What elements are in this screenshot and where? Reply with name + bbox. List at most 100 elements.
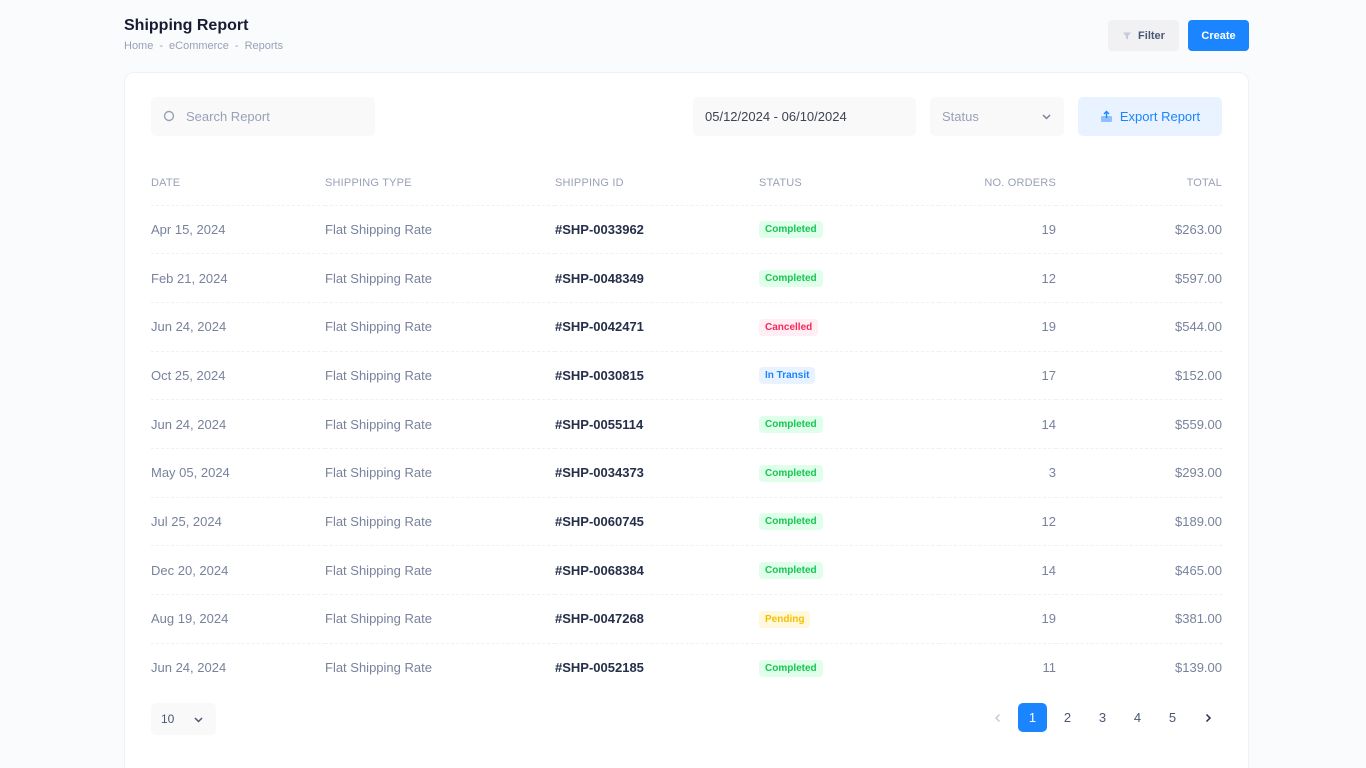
status-badge: Completed — [759, 562, 823, 580]
status-badge: Completed — [759, 659, 823, 677]
table-row[interactable]: Jun 24, 2024 Flat Shipping Rate #SHP-00521… — [151, 643, 1222, 692]
table-header-row: Date Shipping Type Shipping ID Status No… — [151, 161, 1222, 206]
cell-status: Completed — [759, 253, 939, 303]
cell-status: Cancelled — [759, 302, 939, 352]
pagination-page-5[interactable]: 5 — [1158, 703, 1187, 732]
cell-total: $152.00 — [1056, 351, 1222, 401]
table-row[interactable]: Aug 19, 2024 Flat Shipping Rate #SHP-00472… — [151, 594, 1222, 644]
cell-date: Jul 25, 2024 — [151, 497, 325, 547]
cell-date: May 05, 2024 — [151, 448, 325, 498]
cell-total: $189.00 — [1056, 497, 1222, 547]
table-row[interactable]: May 05, 2024 Flat Shipping Rate #SHP-00343… — [151, 448, 1222, 498]
search-box[interactable] — [151, 97, 375, 136]
cell-status: Completed — [759, 205, 939, 255]
export-report-button[interactable]: Export Report — [1078, 97, 1222, 136]
breadcrumb-separator: - — [234, 40, 239, 52]
status-badge: Cancelled — [759, 318, 819, 336]
table-row[interactable]: Oct 25, 2024 Flat Shipping Rate #SHP-00308… — [151, 351, 1222, 401]
cell-orders: 19 — [939, 302, 1056, 352]
cell-total: $381.00 — [1056, 594, 1222, 644]
table-row[interactable]: Jun 24, 2024 Flat Shipping Rate #SHP-00424… — [151, 302, 1222, 352]
page-header: Shipping Report Home - eCommerce - Repor… — [124, 16, 1249, 56]
cell-status: Completed — [759, 545, 939, 595]
cell-shipping-type: Flat Shipping Rate — [325, 205, 555, 255]
page-size-select[interactable]: 10 — [151, 703, 216, 735]
cell-date: Jun 24, 2024 — [151, 399, 325, 449]
cell-orders: 17 — [939, 351, 1056, 401]
filter-button[interactable]: Filter — [1108, 20, 1179, 51]
status-badge: Completed — [759, 221, 823, 239]
cell-shipping-type: Flat Shipping Rate — [325, 448, 555, 498]
cell-shipping-type: Flat Shipping Rate — [325, 545, 555, 595]
cell-date: Apr 15, 2024 — [151, 205, 325, 255]
cell-orders: 11 — [1042, 660, 1057, 676]
page-list: 12345 — [1018, 703, 1187, 732]
table-row[interactable]: Dec 20, 2024 Flat Shipping Rate #SHP-00683… — [151, 545, 1222, 595]
cell-shipping-id[interactable]: #SHP-0068384 — [555, 545, 759, 595]
cell-status: Pending — [759, 594, 939, 644]
cell-status: Completed — [759, 399, 939, 449]
table-row[interactable]: Jul 25, 2024 Flat Shipping Rate #SHP-00607… — [151, 497, 1222, 547]
create-button[interactable]: Create — [1188, 20, 1249, 51]
pagination-next-button[interactable] — [1193, 703, 1222, 732]
cell-shipping-id[interactable]: #SHP-0052185 — [555, 643, 759, 692]
cell-shipping-id[interactable]: #SHP-0042471 — [555, 302, 759, 352]
cell-date: Jun 24, 2024 — [151, 302, 325, 352]
pagination-page-3[interactable]: 3 — [1088, 703, 1117, 732]
cell-orders: 19 — [939, 205, 1056, 255]
column-header-total[interactable]: Total — [1056, 161, 1222, 206]
cell-total: $139.00 — [1175, 660, 1222, 676]
pagination-page-4[interactable]: 4 — [1123, 703, 1152, 732]
chevron-down-icon — [194, 716, 203, 723]
cell-total: $544.00 — [1056, 302, 1222, 352]
pagination-page-1[interactable]: 1 — [1018, 703, 1047, 732]
cell-status: Completed — [759, 448, 939, 498]
cell-shipping-type: Flat Shipping Rate — [325, 399, 555, 449]
cell-shipping-id[interactable]: #SHP-0030815 — [555, 351, 759, 401]
cell-date: Jun 24, 2024 — [151, 660, 227, 676]
breadcrumb-reports: Reports — [244, 40, 284, 52]
cell-date: Aug 19, 2024 — [151, 594, 325, 644]
table-row[interactable]: Feb 21, 2024 Flat Shipping Rate #SHP-00483… — [151, 253, 1222, 303]
export-report-label: Export Report — [1119, 109, 1201, 124]
cell-shipping-id[interactable]: #SHP-0047268 — [555, 594, 759, 644]
report-card: 05/12/2024 - 06/10/2024 Status Export Re… — [124, 72, 1249, 768]
cell-shipping-id[interactable]: #SHP-0034373 — [555, 448, 759, 498]
column-header-shipping-type[interactable]: Shipping Type — [325, 161, 555, 206]
cell-orders: 14 — [939, 545, 1056, 595]
breadcrumb: Home - eCommerce - Reports — [124, 40, 1249, 52]
pagination-page-2[interactable]: 2 — [1053, 703, 1082, 732]
report-toolbar: 05/12/2024 - 06/10/2024 Status Export Re… — [151, 97, 1222, 136]
table-footer: 10 12345 — [151, 703, 1222, 735]
breadcrumb-ecommerce[interactable]: eCommerce — [169, 40, 229, 52]
cell-shipping-id[interactable]: #SHP-0060745 — [555, 497, 759, 547]
table-row[interactable]: Apr 15, 2024 Flat Shipping Rate #SHP-00339… — [151, 205, 1222, 255]
search-input[interactable] — [186, 109, 366, 124]
header-actions: Filter Create — [1108, 20, 1249, 51]
cell-orders: 12 — [939, 497, 1056, 547]
filter-button-label: Filter — [1138, 29, 1165, 42]
cell-shipping-type: Flat Shipping Rate — [325, 253, 555, 303]
cell-shipping-id[interactable]: #SHP-0055114 — [555, 399, 759, 449]
cell-orders: 3 — [939, 448, 1056, 498]
cell-shipping-id[interactable]: #SHP-0048349 — [555, 253, 759, 303]
column-header-status[interactable]: Status — [759, 161, 939, 206]
column-header-date[interactable]: Date — [151, 161, 325, 206]
cell-total: $293.00 — [1056, 448, 1222, 498]
cell-shipping-id[interactable]: #SHP-0033962 — [555, 205, 759, 255]
column-header-shipping-id[interactable]: Shipping ID — [555, 161, 759, 206]
breadcrumb-home[interactable]: Home — [124, 40, 153, 52]
cell-date: Dec 20, 2024 — [151, 545, 325, 595]
status-select[interactable]: Status — [930, 97, 1064, 136]
cell-total: $559.00 — [1056, 399, 1222, 449]
cell-shipping-type: Flat Shipping Rate — [325, 660, 432, 676]
cell-total: $465.00 — [1056, 545, 1222, 595]
table-row[interactable]: Jun 24, 2024 Flat Shipping Rate #SHP-00551… — [151, 399, 1222, 449]
pagination-prev-button[interactable] — [983, 703, 1012, 732]
column-header-orders[interactable]: No. Orders — [939, 161, 1056, 206]
export-icon — [1100, 110, 1112, 122]
status-badge: Completed — [759, 270, 823, 288]
date-range-picker[interactable]: 05/12/2024 - 06/10/2024 — [693, 97, 916, 136]
cell-orders: 14 — [939, 399, 1056, 449]
status-badge: Pending — [759, 610, 811, 628]
